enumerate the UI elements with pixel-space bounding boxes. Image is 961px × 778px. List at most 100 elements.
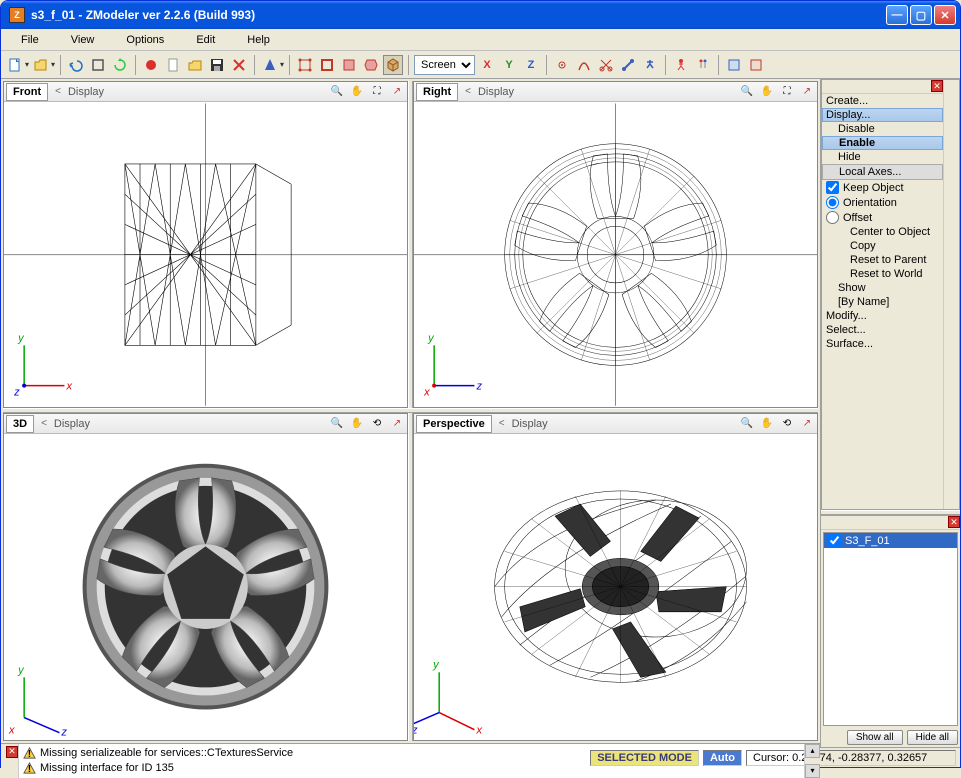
viewport-right[interactable]: Right < Display 🔍 ✋ ⛶ ↗ — [413, 81, 818, 408]
poly-mode-button[interactable] — [361, 55, 381, 75]
display-label[interactable]: Display — [54, 418, 90, 430]
maximize-viewport-icon[interactable]: ↗ — [390, 417, 404, 431]
viewport-perspective[interactable]: Perspective < Display 🔍 ✋ ⟲ ↗ — [413, 413, 818, 740]
nav-prev-icon[interactable]: < — [38, 418, 50, 429]
viewport-canvas[interactable]: y z x — [4, 434, 407, 739]
folder-button[interactable] — [185, 55, 205, 75]
object-visibility-checkbox[interactable] — [828, 534, 841, 547]
maximize-viewport-icon[interactable]: ↗ — [390, 85, 404, 99]
viewport-3d[interactable]: 3D < Display 🔍 ✋ ⟲ ↗ — [3, 413, 408, 740]
refresh-button[interactable] — [110, 55, 130, 75]
fit-icon[interactable]: ⛶ — [370, 85, 384, 99]
viewport-canvas[interactable]: y x z — [4, 102, 407, 407]
tree-item-create[interactable]: Create... — [822, 94, 943, 108]
menu-view[interactable]: View — [55, 32, 111, 48]
misc-button-1[interactable] — [724, 55, 744, 75]
tree-item-center[interactable]: Center to Object — [822, 225, 943, 239]
minimize-button[interactable]: — — [886, 5, 908, 25]
viewport-canvas[interactable]: y z x — [414, 102, 817, 407]
object-mode-button[interactable] — [383, 55, 403, 75]
tree-item-select[interactable]: Select... — [822, 323, 943, 337]
undo-button[interactable] — [66, 55, 86, 75]
redo-button[interactable] — [88, 55, 108, 75]
misc-button-2[interactable] — [746, 55, 766, 75]
dropdown-icon[interactable]: ▾ — [25, 60, 29, 69]
rotate-icon[interactable]: ⟲ — [370, 417, 384, 431]
rotate-icon[interactable]: ⟲ — [780, 417, 794, 431]
coord-mode-select[interactable]: Screen — [414, 55, 475, 75]
panel-close-icon[interactable]: ✕ — [931, 80, 943, 92]
cut-button[interactable] — [596, 55, 616, 75]
viewport-title[interactable]: Right — [416, 83, 458, 101]
display-label[interactable]: Display — [68, 86, 104, 98]
status-auto[interactable]: Auto — [703, 750, 742, 766]
page-button[interactable] — [163, 55, 183, 75]
display-label[interactable]: Display — [512, 418, 548, 430]
fit-icon[interactable]: ⛶ — [780, 85, 794, 99]
rig-button[interactable] — [640, 55, 660, 75]
orientation-radio[interactable]: Orientation — [822, 195, 943, 210]
zoom-icon[interactable]: 🔍 — [740, 417, 754, 431]
object-list[interactable]: S3_F_01 — [823, 532, 958, 726]
anim-group-button[interactable] — [693, 55, 713, 75]
status-selected-mode[interactable]: SELECTED MODE — [590, 750, 699, 766]
record-button[interactable] — [141, 55, 161, 75]
console-close-icon[interactable]: ✕ — [6, 746, 18, 758]
menu-edit[interactable]: Edit — [180, 32, 231, 48]
tree-item-display[interactable]: Display... — [822, 108, 943, 122]
edge-mode-button[interactable] — [317, 55, 337, 75]
panel-close-icon[interactable]: ✕ — [948, 516, 960, 528]
close-button[interactable]: ✕ — [934, 5, 956, 25]
tree-item-reset-world[interactable]: Reset to World — [822, 267, 943, 281]
pan-icon[interactable]: ✋ — [760, 417, 774, 431]
tree-item-enable[interactable]: Enable — [822, 136, 943, 150]
maximize-viewport-icon[interactable]: ↗ — [800, 85, 814, 99]
menu-options[interactable]: Options — [110, 32, 180, 48]
tree-item-disable[interactable]: Disable — [822, 122, 943, 136]
zoom-icon[interactable]: 🔍 — [330, 85, 344, 99]
tree-item-reset-parent[interactable]: Reset to Parent — [822, 253, 943, 267]
viewport-title[interactable]: 3D — [6, 415, 34, 433]
curve-button[interactable] — [574, 55, 594, 75]
nav-prev-icon[interactable]: < — [462, 86, 474, 97]
save-button[interactable] — [207, 55, 227, 75]
zoom-icon[interactable]: 🔍 — [740, 85, 754, 99]
viewport-title[interactable]: Front — [6, 83, 48, 101]
bone-button[interactable] — [618, 55, 638, 75]
hide-all-button[interactable]: Hide all — [907, 730, 958, 745]
zoom-icon[interactable]: 🔍 — [330, 417, 344, 431]
open-button[interactable] — [31, 55, 51, 75]
pan-icon[interactable]: ✋ — [350, 417, 364, 431]
viewport-title[interactable]: Perspective — [416, 415, 492, 433]
tree-item-hide[interactable]: Hide — [822, 150, 943, 164]
tree-item-modify[interactable]: Modify... — [822, 309, 943, 323]
vertex-mode-button[interactable] — [295, 55, 315, 75]
maximize-button[interactable]: ▢ — [910, 5, 932, 25]
display-label[interactable]: Display — [478, 86, 514, 98]
show-all-button[interactable]: Show all — [847, 730, 903, 745]
anim-walk-button[interactable] — [671, 55, 691, 75]
tree-item-by-name[interactable]: [By Name] — [822, 295, 943, 309]
viewport-canvas[interactable]: y x z — [414, 434, 817, 739]
console-scrollbar[interactable]: ▴ ▾ — [804, 744, 820, 778]
new-button[interactable] — [5, 55, 25, 75]
tree-item-show[interactable]: Show — [822, 281, 943, 295]
axis-z-button[interactable]: Z — [521, 55, 541, 75]
maximize-viewport-icon[interactable]: ↗ — [800, 417, 814, 431]
command-tree[interactable]: Create... Display... Disable Enable Hide… — [822, 94, 943, 509]
dropdown-icon[interactable]: ▾ — [51, 60, 55, 69]
nav-prev-icon[interactable]: < — [52, 86, 64, 97]
nav-prev-icon[interactable]: < — [496, 418, 508, 429]
offset-radio[interactable]: Offset — [822, 210, 943, 225]
snap-button[interactable] — [552, 55, 572, 75]
menu-help[interactable]: Help — [231, 32, 286, 48]
tree-item-surface[interactable]: Surface... — [822, 337, 943, 351]
object-item[interactable]: S3_F_01 — [824, 533, 957, 548]
pan-icon[interactable]: ✋ — [350, 85, 364, 99]
face-mode-button[interactable] — [339, 55, 359, 75]
panel-scrollbar[interactable] — [943, 80, 959, 509]
tree-item-local-axes[interactable]: Local Axes... — [822, 164, 943, 180]
keep-object-checkbox[interactable]: Keep Object — [822, 180, 943, 195]
menu-file[interactable]: File — [5, 32, 55, 48]
axis-x-button[interactable]: X — [477, 55, 497, 75]
